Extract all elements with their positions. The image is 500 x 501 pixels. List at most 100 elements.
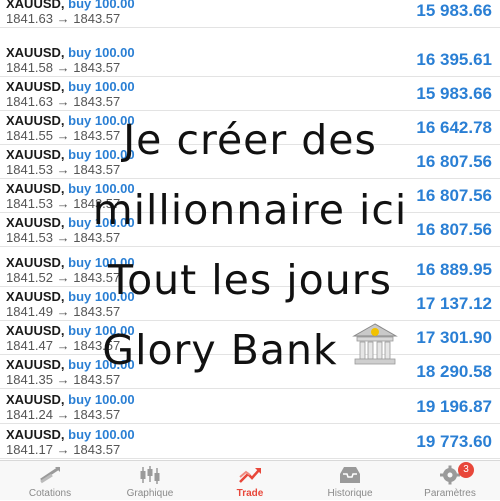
- list-item[interactable]: XAUUSD, buy 100.00 1841.63 → 1843.57 15 …: [0, 0, 500, 28]
- trade-action: buy 100.00: [68, 147, 135, 162]
- arrow-icon: →: [56, 407, 70, 422]
- list-item[interactable]: XAUUSD, buy 100.00 1841.35 → 1843.57 18 …: [0, 355, 500, 389]
- profit-value: 16 889.95: [416, 260, 492, 279]
- symbol: XAUUSD,: [6, 215, 65, 230]
- arrow-icon: →: [56, 11, 70, 26]
- symbol: XAUUSD,: [6, 427, 65, 442]
- arrow-icon: →: [56, 442, 70, 457]
- profit-value: 17 137.12: [416, 294, 492, 313]
- profit-value: 16 807.56: [416, 186, 492, 205]
- tab-label: Trade: [236, 488, 264, 499]
- close-price: 1843.57: [73, 128, 121, 143]
- open-price: 1841.35: [6, 372, 53, 387]
- symbol: XAUUSD,: [6, 357, 65, 372]
- tab-label: Historique: [327, 488, 373, 499]
- close-price: 1843.57: [73, 94, 121, 109]
- trade-action: buy 100.00: [68, 392, 135, 407]
- trade-action: buy 100.00: [68, 181, 135, 196]
- list-item[interactable]: XAUUSD, buy 100.00 1841.49 → 1843.57 17 …: [0, 287, 500, 321]
- arrow-icon: →: [56, 230, 70, 245]
- close-price: 1843.57: [73, 304, 121, 319]
- notification-badge: 3: [458, 462, 474, 478]
- tab-graphique[interactable]: Graphique: [100, 461, 200, 501]
- open-price: 1841.53: [6, 196, 53, 211]
- tab-label: Cotations: [28, 488, 72, 499]
- profit-value: 15 983.66: [416, 1, 492, 20]
- symbol: XAUUSD,: [6, 0, 65, 11]
- close-price: 1843.57: [73, 162, 121, 177]
- trade-action: buy 100.00: [68, 0, 135, 11]
- candlestick-chart-icon: [138, 465, 162, 485]
- close-price: 1843.57: [73, 442, 121, 457]
- symbol: XAUUSD,: [6, 323, 65, 338]
- tab-trade[interactable]: Trade: [200, 461, 300, 501]
- open-price: 1841.53: [6, 230, 53, 245]
- symbol: XAUUSD,: [6, 392, 65, 407]
- arrow-icon: →: [56, 60, 70, 75]
- open-price: 1841.63: [6, 94, 53, 109]
- profit-value: 17 301.90: [416, 328, 492, 347]
- arrow-icon: →: [56, 94, 70, 109]
- arrow-icon: →: [56, 196, 70, 211]
- bottom-tab-bar: Cotations Graphique Trade Historique 3 P…: [0, 460, 500, 500]
- close-price: 1843.57: [73, 230, 121, 245]
- symbol: XAUUSD,: [6, 289, 65, 304]
- close-price: 1843.57: [73, 338, 121, 353]
- open-price: 1841.52: [6, 270, 53, 285]
- close-price: 1843.57: [73, 407, 121, 422]
- list-item[interactable]: XAUUSD, buy 100.00 1841.58 → 1843.57 16 …: [0, 43, 500, 77]
- quotes-icon: [38, 465, 62, 485]
- trade-action: buy 100.00: [68, 113, 135, 128]
- arrow-icon: →: [56, 270, 70, 285]
- open-price: 1841.63: [6, 11, 53, 26]
- trade-action: buy 100.00: [68, 255, 135, 270]
- list-item[interactable]: XAUUSD, buy 100.00 1841.55 → 1843.57 16 …: [0, 111, 500, 145]
- arrow-icon: →: [56, 372, 70, 387]
- close-price: 1843.57: [73, 60, 121, 75]
- open-price: 1841.58: [6, 60, 53, 75]
- trade-action: buy 100.00: [68, 289, 135, 304]
- profit-value: 16 807.56: [416, 152, 492, 171]
- close-price: 1843.57: [73, 196, 121, 211]
- close-price: 1843.57: [73, 11, 121, 26]
- profit-value: 16 642.78: [416, 118, 492, 137]
- arrow-icon: →: [56, 304, 70, 319]
- trade-action: buy 100.00: [68, 79, 135, 94]
- tab-parametres[interactable]: 3 Paramètres: [400, 461, 500, 501]
- open-price: 1841.49: [6, 304, 53, 319]
- close-price: 1843.57: [73, 372, 121, 387]
- profit-value: 19 773.60: [416, 432, 492, 451]
- list-item[interactable]: XAUUSD, buy 100.00 1841.53 → 1843.57 16 …: [0, 213, 500, 247]
- symbol: XAUUSD,: [6, 79, 65, 94]
- list-item[interactable]: XAUUSD, buy 100.00 1841.47 → 1843.57 17 …: [0, 321, 500, 355]
- symbol: XAUUSD,: [6, 113, 65, 128]
- tab-historique[interactable]: Historique: [300, 461, 400, 501]
- open-price: 1841.53: [6, 162, 53, 177]
- tab-cotations[interactable]: Cotations: [0, 461, 100, 501]
- tab-label: Paramètres: [424, 488, 476, 499]
- list-item[interactable]: XAUUSD, buy 100.00 1841.17 → 1843.57 19 …: [0, 425, 500, 459]
- symbol: XAUUSD,: [6, 181, 65, 196]
- profit-value: 15 983.66: [416, 84, 492, 103]
- tab-label: Graphique: [126, 488, 174, 499]
- trade-action: buy 100.00: [68, 45, 135, 60]
- arrow-icon: →: [56, 128, 70, 143]
- list-item[interactable]: XAUUSD, buy 100.00 1841.52 → 1843.57 16 …: [0, 253, 500, 287]
- arrow-icon: →: [56, 162, 70, 177]
- trade-icon: [238, 465, 262, 485]
- list-item[interactable]: XAUUSD, buy 100.00 1841.63 → 1843.57 15 …: [0, 77, 500, 111]
- trade-action: buy 100.00: [68, 323, 135, 338]
- trade-action: buy 100.00: [68, 357, 135, 372]
- open-price: 1841.55: [6, 128, 53, 143]
- close-price: 1843.57: [73, 270, 121, 285]
- profit-value: 16 807.56: [416, 220, 492, 239]
- list-item[interactable]: XAUUSD, buy 100.00 1841.53 → 1843.57 16 …: [0, 145, 500, 179]
- history-icon: [338, 465, 362, 485]
- symbol: XAUUSD,: [6, 147, 65, 162]
- list-item[interactable]: XAUUSD, buy 100.00 1841.53 → 1843.57 16 …: [0, 179, 500, 213]
- profit-value: 16 395.61: [416, 50, 492, 69]
- arrow-icon: →: [56, 338, 70, 353]
- trade-list: XAUUSD, buy 100.00 1841.63 → 1843.57 15 …: [0, 0, 500, 460]
- list-item[interactable]: XAUUSD, buy 100.00 1841.24 → 1843.57 19 …: [0, 390, 500, 424]
- open-price: 1841.17: [6, 442, 53, 457]
